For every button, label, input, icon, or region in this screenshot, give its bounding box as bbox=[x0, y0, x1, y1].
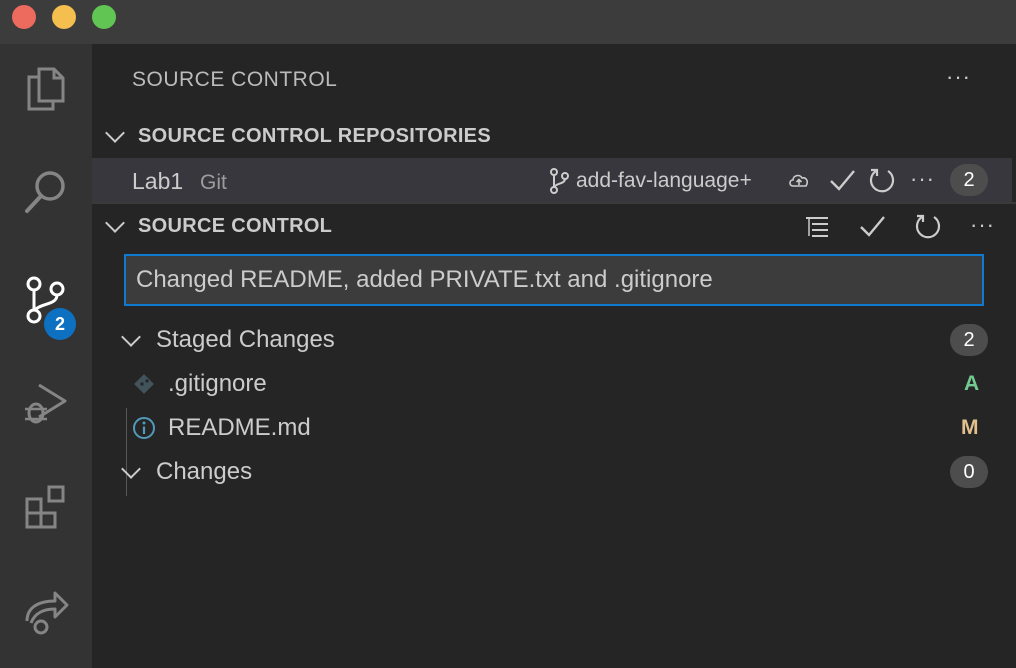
commit-message-input[interactable] bbox=[124, 254, 984, 306]
repositories-section-title: SOURCE CONTROL REPOSITORIES bbox=[138, 124, 491, 147]
chevron-down-icon bbox=[121, 459, 141, 479]
file-name: .gitignore bbox=[168, 370, 267, 397]
staged-file-row[interactable]: .gitignore bbox=[92, 362, 1016, 406]
activity-source-control[interactable]: 2 bbox=[0, 256, 92, 344]
source-control-section-title: SOURCE CONTROL bbox=[138, 214, 333, 237]
cloud-upload-icon bbox=[789, 174, 809, 187]
branch-name: add-fav-language+ bbox=[576, 169, 752, 192]
repo-more-actions-icon[interactable]: ··· bbox=[910, 166, 935, 192]
file-name: README.md bbox=[168, 414, 311, 441]
staged-changes-count: 2 bbox=[950, 324, 988, 356]
maximize-window-button[interactable] bbox=[92, 5, 116, 29]
file-status-added: A bbox=[964, 372, 980, 395]
source-control-more-actions-icon[interactable]: ··· bbox=[970, 212, 995, 238]
commit-button[interactable] bbox=[856, 210, 888, 242]
repo-changes-count: 2 bbox=[950, 164, 988, 196]
files-icon bbox=[27, 67, 65, 111]
view-more-actions-icon[interactable]: ··· bbox=[946, 64, 971, 90]
source-control-badge: 2 bbox=[44, 308, 76, 340]
staged-file-row[interactable]: README.md bbox=[92, 406, 1016, 450]
changes-label: Changes bbox=[156, 458, 253, 485]
changes-group[interactable]: Changes bbox=[92, 450, 1016, 494]
view-as-tree-button[interactable] bbox=[802, 212, 832, 242]
close-window-button[interactable] bbox=[12, 5, 36, 29]
live-share-icon bbox=[25, 591, 69, 635]
git-file-icon bbox=[134, 374, 154, 394]
list-tree-icon bbox=[806, 217, 828, 237]
changes-count: 0 bbox=[950, 456, 988, 488]
section-divider bbox=[92, 202, 1016, 204]
run-debug-icon bbox=[25, 383, 67, 424]
staged-changes-label: Staged Changes bbox=[156, 326, 335, 353]
repo-commit-button[interactable] bbox=[826, 164, 858, 196]
activity-explorer[interactable] bbox=[0, 44, 92, 132]
file-status-modified: M bbox=[961, 416, 979, 439]
git-branch-icon bbox=[550, 168, 569, 194]
source-control-sidebar: SOURCE CONTROL ··· SOURCE CONTROL REPOSI… bbox=[92, 44, 1016, 668]
chevron-down-icon bbox=[121, 327, 141, 347]
repositories-section-header[interactable]: SOURCE CONTROL REPOSITORIES bbox=[92, 116, 1016, 156]
branch-indicator[interactable]: add-fav-language+ bbox=[548, 168, 752, 194]
info-icon bbox=[133, 417, 155, 439]
refresh-icon bbox=[869, 168, 895, 193]
chevron-down-icon bbox=[105, 123, 125, 143]
publish-branch-button[interactable] bbox=[786, 168, 812, 192]
view-title: SOURCE CONTROL bbox=[132, 68, 338, 91]
search-icon bbox=[25, 171, 65, 213]
activity-run-debug[interactable] bbox=[0, 360, 92, 448]
title-bar bbox=[0, 0, 1016, 44]
activity-live-share[interactable] bbox=[0, 568, 92, 656]
repository-row[interactable]: Lab1 Git add-fav-language+ ··· 2 bbox=[92, 158, 1012, 202]
refresh-button[interactable] bbox=[912, 210, 944, 242]
chevron-down-icon bbox=[105, 213, 125, 233]
check-icon bbox=[860, 216, 885, 237]
staged-changes-group[interactable]: Staged Changes bbox=[92, 318, 1016, 362]
check-icon bbox=[830, 170, 855, 191]
activity-search[interactable] bbox=[0, 148, 92, 236]
repo-type: Git bbox=[200, 171, 227, 194]
activity-extensions[interactable] bbox=[0, 464, 92, 552]
repo-refresh-button[interactable] bbox=[866, 164, 898, 196]
repo-name: Lab1 bbox=[132, 168, 184, 194]
refresh-icon bbox=[915, 214, 941, 239]
activity-bar: 2 bbox=[0, 44, 92, 668]
extensions-icon bbox=[25, 485, 65, 529]
minimize-window-button[interactable] bbox=[52, 5, 76, 29]
